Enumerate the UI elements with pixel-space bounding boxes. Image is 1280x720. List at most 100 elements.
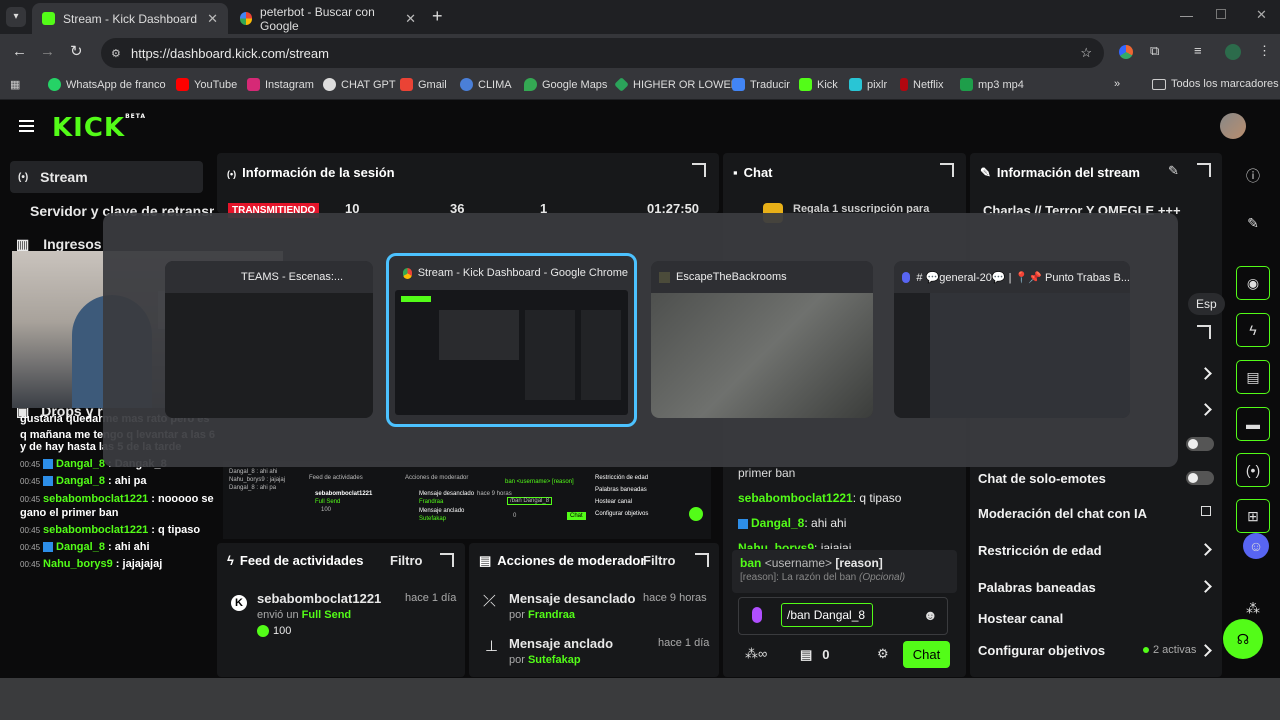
- maximize-icon[interactable]: [1216, 9, 1226, 19]
- chat-username[interactable]: Nahu_borys9: [738, 541, 814, 549]
- bookmark-chatgpt[interactable]: CHAT GPT: [323, 78, 396, 91]
- reload-icon[interactable]: ↻: [70, 42, 83, 60]
- close-tab-icon[interactable]: ✕: [207, 11, 218, 27]
- profile-avatar[interactable]: [1225, 44, 1241, 60]
- all-bookmarks-folder[interactable]: Todos los marcadores: [1152, 78, 1279, 90]
- folder-icon: [1152, 78, 1166, 90]
- chat-input-box[interactable]: /ban Dangal_8 ☻: [738, 597, 948, 635]
- edit-icon[interactable]: ✎: [1236, 206, 1270, 240]
- chat-username[interactable]: Dangal_8: [751, 516, 804, 530]
- tab-search-button[interactable]: ▾: [6, 7, 26, 27]
- bookmark-whatsapp[interactable]: WhatsApp de franco: [48, 78, 166, 91]
- bookmark-label: Kick: [817, 78, 838, 91]
- setting-banned-words[interactable]: Palabras baneadas: [978, 580, 1096, 595]
- browser-menu-icon[interactable]: ⋮: [1258, 43, 1271, 59]
- edit-pencil-icon[interactable]: ✎: [1168, 163, 1179, 179]
- broadcast-icon[interactable]: (•): [1236, 453, 1270, 487]
- back-icon[interactable]: ←: [12, 43, 27, 60]
- sidebar-item-stream[interactable]: (•) Stream: [10, 161, 203, 193]
- apps-grid-icon[interactable]: ▦: [10, 78, 20, 91]
- setting-emote-only[interactable]: Chat de solo-emotes: [978, 471, 1106, 486]
- kick-logo[interactable]: KICKBETA: [52, 113, 146, 143]
- setting-ai-moderation[interactable]: Moderación del chat con IA: [978, 506, 1147, 521]
- chat-input[interactable]: /ban Dangal_8: [781, 603, 873, 627]
- switcher-window-game[interactable]: EscapeTheBackrooms: [651, 261, 873, 418]
- overlay-chat-text: gano el primer ban: [20, 507, 119, 519]
- bookmark-traducir[interactable]: Traducir: [732, 78, 790, 91]
- toggle-switch[interactable]: [1186, 437, 1214, 451]
- preview-text: Restricción de edad: [595, 475, 649, 481]
- flash-icon[interactable]: ϟ: [1236, 313, 1270, 347]
- bookmark-google-maps[interactable]: Google Maps: [524, 78, 607, 91]
- layout-grid-icon[interactable]: ⊞: [1236, 499, 1270, 533]
- extensions-puzzle-icon[interactable]: ⧉: [1150, 43, 1159, 59]
- overlay-chat-text: : q tipaso: [151, 524, 201, 536]
- overlay-chat-time: 00:45: [20, 477, 41, 486]
- new-tab-button[interactable]: +: [432, 6, 443, 27]
- chat-username[interactable]: sebabomboclat1221: [738, 491, 853, 505]
- tab-google-search[interactable]: peterbot - Buscar con Google ✕: [230, 3, 426, 34]
- microphone-icon[interactable]: [752, 607, 762, 623]
- bookmark-kick[interactable]: Kick: [799, 78, 838, 91]
- send-chat-button[interactable]: Chat: [903, 641, 950, 668]
- switcher-window-chrome[interactable]: Stream - Kick Dashboard - Google Chrome: [386, 253, 637, 427]
- minimize-icon[interactable]: —: [1180, 8, 1193, 23]
- bookmark-star-icon[interactable]: ☆: [1080, 45, 1092, 61]
- notes-icon[interactable]: ▤: [1236, 360, 1270, 394]
- filter-button[interactable]: Filtro: [390, 553, 423, 568]
- bookmark-clima[interactable]: CLIMA: [460, 78, 512, 91]
- forward-icon[interactable]: →: [40, 43, 55, 60]
- bookmark-netflix[interactable]: Netflix: [900, 78, 944, 91]
- extension-icon[interactable]: [1119, 45, 1133, 59]
- url-input[interactable]: ⚙ https://dashboard.kick.com/stream ☆: [101, 38, 1104, 68]
- close-tab-icon[interactable]: ✕: [405, 11, 416, 27]
- emoji-icon[interactable]: ☻: [923, 607, 938, 623]
- tab-kick-dashboard[interactable]: Stream - Kick Dashboard ✕: [32, 3, 228, 34]
- expand-icon[interactable]: [1197, 163, 1211, 177]
- expand-icon[interactable]: [692, 163, 706, 177]
- bookmarks-overflow-icon[interactable]: »: [1114, 78, 1120, 90]
- bookmark-instagram[interactable]: Instagram: [247, 78, 314, 91]
- bookmark-label: Gmail: [418, 78, 447, 91]
- expand-icon[interactable]: [940, 163, 954, 177]
- channel-points[interactable]: ▤ 0: [800, 647, 830, 663]
- bookmark-mp3-mp4[interactable]: mp3 mp4: [960, 78, 1024, 91]
- discord-icon[interactable]: ☺: [1243, 533, 1269, 559]
- bookmark-higher-or-lower[interactable]: HIGHER OR LOWER: [614, 77, 739, 92]
- switcher-window-discord[interactable]: # 💬general-20💬 | 📍📌 Punto Trabas B...: [894, 261, 1130, 418]
- hamburger-menu-icon[interactable]: [19, 120, 34, 132]
- stream-preview: Feed de actividades Acciones de moderado…: [223, 461, 711, 539]
- bookmark-gmail[interactable]: Gmail: [400, 78, 447, 91]
- external-link-icon[interactable]: [1201, 506, 1211, 516]
- bookmark-pixlr[interactable]: pixlr: [849, 78, 887, 91]
- chat-settings-icon[interactable]: ⚙: [877, 646, 889, 662]
- user-avatar[interactable]: [1220, 113, 1246, 139]
- info-icon[interactable]: ⓘ: [1236, 159, 1270, 193]
- expand-icon[interactable]: [695, 553, 709, 567]
- expand-icon[interactable]: [440, 553, 454, 567]
- setting-age-restriction[interactable]: Restricción de edad: [978, 543, 1102, 558]
- window-title: # 💬general-20💬 | 📍📌 Punto Trabas B...: [916, 271, 1130, 284]
- panel-title: ✎ Información del stream: [980, 165, 1140, 181]
- beta-badge: BETA: [125, 113, 147, 120]
- filter-button[interactable]: Filtro: [643, 553, 676, 568]
- clip-icon[interactable]: ◉: [1236, 266, 1270, 300]
- expand-icon[interactable]: [1197, 325, 1211, 339]
- moderator-name[interactable]: Frandraa: [528, 609, 575, 621]
- setting-goals[interactable]: Configurar objetivos: [978, 643, 1105, 658]
- chat-icon[interactable]: ▬: [1236, 407, 1270, 441]
- switcher-window-obs[interactable]: TEAMS - Escenas:...: [165, 261, 373, 418]
- command-suggestion[interactable]: ban <username> [reason] [reason]: La raz…: [732, 550, 957, 593]
- setting-host-channel[interactable]: Hostear canal: [978, 611, 1063, 626]
- chat-rules-icon[interactable]: ⁂∞: [745, 646, 767, 662]
- overlay-chat-time: 00:45: [20, 560, 41, 569]
- emote-only-toggle[interactable]: [1186, 471, 1214, 485]
- site-info-icon[interactable]: ⚙: [111, 47, 121, 60]
- activity-username[interactable]: sebabomboclat1221: [257, 591, 381, 606]
- moderator-name[interactable]: Sutefakap: [528, 654, 581, 666]
- tab-title: peterbot - Buscar con Google: [260, 4, 375, 33]
- close-window-icon[interactable]: ✕: [1256, 7, 1267, 23]
- support-headset-icon[interactable]: ☊: [1223, 619, 1263, 659]
- bookmark-youtube[interactable]: YouTube: [176, 78, 237, 91]
- media-control-icon[interactable]: ≡: [1194, 43, 1202, 58]
